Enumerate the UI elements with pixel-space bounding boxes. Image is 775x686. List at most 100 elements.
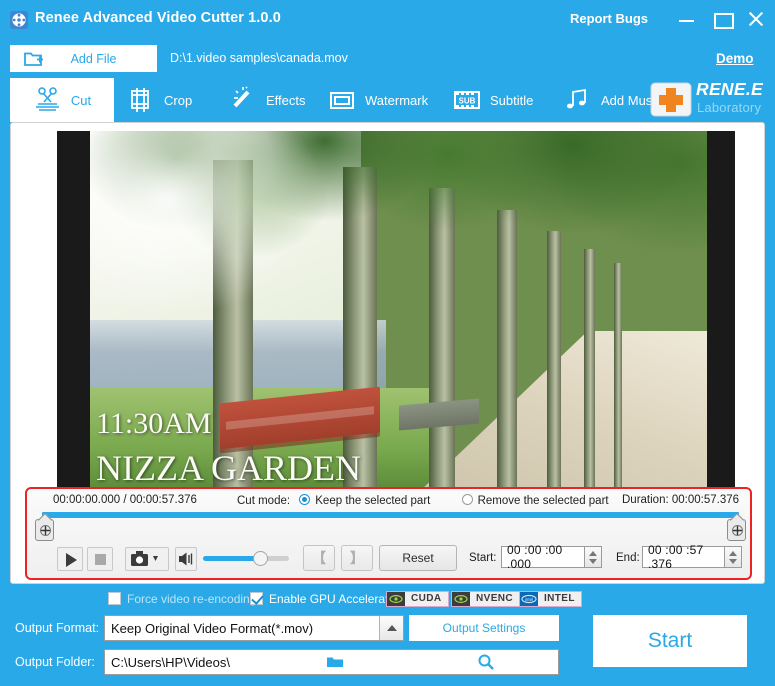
start-time-input[interactable]: 00 :00 :00 .000 bbox=[501, 546, 585, 568]
output-format-label: Output Format: bbox=[15, 621, 99, 635]
position-duration-text: 00:00:00.000 / 00:00:57.376 bbox=[53, 494, 197, 506]
demo-link[interactable]: Demo bbox=[716, 51, 754, 66]
brand-sub: Laboratory bbox=[697, 100, 761, 115]
scene-stone-bench bbox=[399, 399, 479, 431]
music-note-icon bbox=[563, 86, 593, 114]
sub-film-icon: SUB bbox=[452, 86, 482, 114]
timeline-selection-bar bbox=[42, 512, 739, 518]
output-folder-label: Output Folder: bbox=[15, 655, 95, 669]
badge-cuda-label: CUDA bbox=[405, 592, 448, 606]
file-path: D:\1.video samples\canada.mov bbox=[170, 51, 348, 65]
app-title: Renee Advanced Video Cutter 1.0.0 bbox=[35, 10, 281, 26]
add-file-label: Add File bbox=[44, 52, 157, 66]
output-format-select[interactable]: Keep Original Video Format(*.mov) bbox=[104, 615, 404, 641]
tab-effects[interactable]: Effects bbox=[228, 78, 306, 122]
badge-nvenc-label: NVENC bbox=[470, 592, 519, 606]
film-frame-icon bbox=[126, 86, 156, 114]
tab-watermark-label: Watermark bbox=[365, 93, 428, 108]
cut-mode-group: Cut mode: Keep the selected part Remove … bbox=[237, 494, 609, 507]
film-reel-icon bbox=[10, 11, 28, 29]
end-time-input[interactable]: 00 :00 :57 .376 bbox=[642, 546, 725, 568]
brand-name: RENE.E bbox=[696, 79, 763, 100]
volume-slider[interactable] bbox=[203, 556, 289, 561]
radio-remove-label: Remove the selected part bbox=[478, 495, 609, 507]
tab-add-music[interactable]: Add Music bbox=[563, 78, 662, 122]
gpu-acceleration-checkbox[interactable] bbox=[250, 592, 263, 605]
tab-effects-label: Effects bbox=[266, 93, 306, 108]
app-window: Renee Advanced Video Cutter 1.0.0 Report… bbox=[0, 0, 775, 686]
brand-logo: RENE.E Laboratory bbox=[648, 76, 770, 122]
add-file-icon bbox=[24, 50, 44, 68]
nvidia-eye-icon bbox=[452, 592, 470, 606]
maximize-icon[interactable] bbox=[710, 8, 734, 30]
radio-keep-selected[interactable]: Keep the selected part bbox=[293, 495, 430, 507]
snapshot-button[interactable] bbox=[125, 547, 169, 571]
title-bar: Renee Advanced Video Cutter 1.0.0 Report… bbox=[0, 0, 775, 38]
nvidia-eye-icon bbox=[387, 592, 405, 606]
start-time-label: Start: bbox=[469, 552, 496, 564]
radio-remove-indicator bbox=[462, 494, 473, 505]
video-stage: 11:30AM NIZZA GARDEN bbox=[57, 131, 735, 488]
radio-keep-indicator bbox=[299, 494, 310, 505]
svg-text:SUB: SUB bbox=[459, 97, 476, 106]
tab-crop[interactable]: Crop bbox=[126, 78, 192, 122]
duration-text: Duration: 00:00:57.376 bbox=[622, 494, 739, 506]
output-folder-value: C:\Users\HP\Videos\ bbox=[105, 655, 256, 670]
radio-keep-label: Keep the selected part bbox=[315, 495, 430, 507]
badge-intel: intel INTEL bbox=[519, 591, 582, 607]
main-panel: 11:30AM NIZZA GARDEN 00:00:00.000 / 00:0… bbox=[10, 122, 765, 584]
intel-logo-icon: intel bbox=[520, 592, 538, 606]
tab-subtitle-label: Subtitle bbox=[490, 93, 533, 108]
report-bugs-link[interactable]: Report Bugs bbox=[570, 11, 648, 26]
minimize-icon[interactable] bbox=[675, 8, 699, 30]
output-settings-button[interactable]: Output Settings bbox=[409, 615, 559, 641]
badge-nvenc: NVENC bbox=[451, 591, 520, 607]
tab-cut[interactable]: Cut bbox=[10, 78, 114, 122]
playback-control-row: 【 】 Reset Start: 00 :00 :00 .000 End: 00… bbox=[27, 543, 750, 579]
gpu-acceleration-label: Enable GPU Acceleration bbox=[269, 592, 404, 606]
folder-icon[interactable] bbox=[256, 650, 407, 674]
set-end-marker-button[interactable]: 】 bbox=[341, 545, 373, 571]
stop-button[interactable] bbox=[87, 547, 113, 571]
start-button[interactable]: Start bbox=[593, 615, 747, 667]
tab-cut-label: Cut bbox=[71, 93, 91, 108]
add-file-button[interactable]: Add File bbox=[10, 45, 157, 72]
close-icon[interactable] bbox=[744, 8, 768, 30]
cut-info-row: 00:00:00.000 / 00:00:57.376 Cut mode: Ke… bbox=[27, 491, 750, 510]
cut-mode-label: Cut mode: bbox=[237, 495, 290, 507]
svg-text:intel: intel bbox=[525, 597, 533, 602]
force-reencode-checkbox[interactable] bbox=[108, 592, 121, 605]
end-time-label: End: bbox=[616, 552, 640, 564]
tab-crop-label: Crop bbox=[164, 93, 192, 108]
output-format-value: Keep Original Video Format(*.mov) bbox=[105, 621, 313, 636]
volume-button[interactable] bbox=[175, 547, 197, 571]
end-time-stepper[interactable] bbox=[725, 546, 742, 568]
chevron-up-icon[interactable] bbox=[379, 616, 403, 640]
reset-button[interactable]: Reset bbox=[379, 545, 457, 571]
badge-intel-label: INTEL bbox=[538, 592, 581, 606]
volume-knob[interactable] bbox=[253, 551, 268, 566]
timeline-handle-left[interactable] bbox=[35, 519, 54, 541]
radio-remove-selected[interactable]: Remove the selected part bbox=[456, 495, 609, 507]
scissors-icon bbox=[33, 86, 63, 114]
orange-plus-icon bbox=[648, 79, 694, 119]
magic-wand-icon bbox=[228, 86, 258, 114]
scene-sun-glow bbox=[90, 131, 337, 324]
force-reencode-label: Force video re-encoding bbox=[127, 592, 256, 606]
rectangle-frame-icon bbox=[327, 86, 357, 114]
timeline-track[interactable] bbox=[35, 511, 746, 541]
video-preview[interactable]: 11:30AM NIZZA GARDEN bbox=[90, 131, 707, 488]
search-icon[interactable] bbox=[407, 650, 558, 674]
options-row: Force video re-encoding Enable GPU Accel… bbox=[0, 590, 775, 612]
badge-cuda: CUDA bbox=[386, 591, 449, 607]
timeline-handle-right[interactable] bbox=[727, 519, 746, 541]
overlay-place-text: NIZZA GARDEN bbox=[96, 447, 361, 488]
play-button[interactable] bbox=[57, 547, 83, 571]
output-folder-input[interactable]: C:\Users\HP\Videos\ bbox=[104, 649, 559, 675]
overlay-time-text: 11:30AM bbox=[96, 407, 212, 441]
set-start-marker-button[interactable]: 【 bbox=[303, 545, 335, 571]
tab-subtitle[interactable]: SUB Subtitle bbox=[452, 78, 533, 122]
tab-watermark[interactable]: Watermark bbox=[327, 78, 428, 122]
cut-controls-panel: 00:00:00.000 / 00:00:57.376 Cut mode: Ke… bbox=[25, 487, 752, 580]
start-time-stepper[interactable] bbox=[585, 546, 602, 568]
